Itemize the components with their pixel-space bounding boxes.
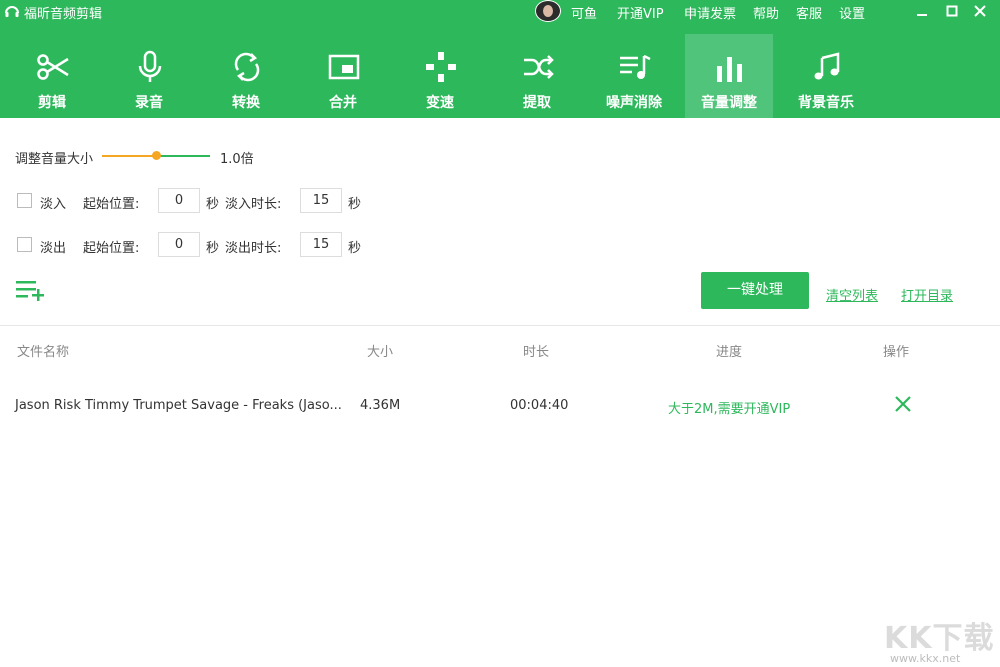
tab-convert[interactable]: 转换	[202, 40, 290, 118]
fade-out-duration-label: 淡出时长:	[225, 241, 282, 256]
fade-out-checkbox[interactable]	[17, 237, 32, 252]
tab-merge[interactable]: 合并	[299, 40, 387, 118]
tab-background-music[interactable]: 背景音乐	[782, 40, 870, 118]
tab-label: 变速	[426, 95, 454, 111]
fade-in-start-label: 起始位置:	[83, 197, 140, 212]
divider	[0, 325, 1000, 326]
app-logo-icon	[5, 6, 19, 17]
title-bar: 福昕音频剪辑 可鱼 开通VIP 申请发票 帮助 客服 设置	[0, 0, 1000, 24]
close-icon[interactable]	[970, 2, 990, 20]
tab-volume[interactable]: 音量调整	[685, 34, 773, 118]
microphone-icon	[138, 50, 162, 82]
volume-slider[interactable]	[102, 151, 210, 160]
app-title: 福昕音频剪辑	[24, 7, 103, 22]
fade-in-checkbox[interactable]	[17, 193, 32, 208]
delete-icon[interactable]	[893, 395, 913, 413]
col-header-size: 大小	[367, 345, 394, 360]
fade-out-duration-input[interactable]: 15	[300, 232, 342, 257]
tab-label: 提取	[523, 95, 551, 111]
maximize-icon[interactable]	[942, 2, 962, 20]
invoice-link[interactable]: 申请发票	[684, 3, 736, 22]
username[interactable]: 可鱼	[571, 3, 597, 22]
tab-label: 背景音乐	[798, 95, 854, 111]
service-link[interactable]: 客服	[796, 3, 822, 22]
tab-speed[interactable]: 变速	[396, 40, 484, 118]
tab-record[interactable]: 录音	[105, 40, 193, 118]
tab-label: 噪声消除	[606, 95, 662, 111]
col-header-filename: 文件名称	[17, 345, 70, 360]
slider-thumb[interactable]	[151, 151, 161, 160]
convert-icon	[234, 52, 260, 82]
tab-label: 合并	[329, 95, 357, 111]
speed-icon	[426, 52, 456, 82]
minimize-icon[interactable]	[912, 2, 932, 20]
fade-in-duration-unit: 秒	[348, 197, 362, 212]
tab-label: 转换	[232, 95, 260, 111]
file-size: 4.36M	[360, 398, 401, 413]
tab-extract[interactable]: 提取	[493, 40, 581, 118]
tab-cut[interactable]: 剪辑	[8, 40, 96, 118]
volume-label: 调整音量大小	[15, 152, 94, 167]
tab-label: 剪辑	[38, 95, 66, 111]
file-progress: 大于2M,需要开通VIP	[668, 402, 791, 417]
watermark-logo: KK下载	[884, 621, 995, 656]
merge-icon	[328, 54, 360, 80]
volume-icon	[717, 57, 742, 82]
fade-in-start-unit: 秒	[206, 197, 220, 212]
noise-reduction-icon	[620, 54, 651, 79]
vip-link[interactable]: 开通VIP	[617, 3, 664, 22]
fade-in-label: 淡入	[40, 197, 67, 212]
volume-value: 1.0倍	[220, 152, 254, 167]
tab-noise-reduction[interactable]: 噪声消除	[590, 40, 678, 118]
watermark-url: www.kkx.net	[890, 652, 961, 665]
music-note-icon	[814, 52, 840, 80]
fade-in-start-input[interactable]: 0	[158, 188, 200, 213]
col-header-duration: 时长	[523, 345, 550, 360]
add-file-icon[interactable]	[16, 278, 48, 302]
open-directory-link[interactable]: 打开目录	[901, 285, 953, 304]
scissors-icon	[37, 54, 69, 80]
slider-fill	[102, 155, 156, 157]
fade-out-start-unit: 秒	[206, 241, 220, 256]
fade-out-duration-unit: 秒	[348, 241, 362, 256]
tab-label: 录音	[135, 95, 163, 111]
process-button[interactable]: 一键处理	[701, 272, 809, 309]
extract-icon	[524, 55, 554, 79]
file-name: Jason Risk Timmy Trumpet Savage - Freaks…	[15, 398, 342, 413]
tab-label: 音量调整	[701, 95, 757, 111]
fade-out-label: 淡出	[40, 241, 67, 256]
fade-in-duration-label: 淡入时长:	[225, 197, 282, 212]
avatar[interactable]	[535, 0, 561, 22]
help-link[interactable]: 帮助	[753, 3, 779, 22]
fade-out-start-input[interactable]: 0	[158, 232, 200, 257]
file-duration: 00:04:40	[510, 398, 569, 413]
col-header-action: 操作	[883, 345, 910, 360]
col-header-progress: 进度	[716, 345, 743, 360]
fade-in-duration-input[interactable]: 15	[300, 188, 342, 213]
settings-link[interactable]: 设置	[839, 3, 865, 22]
clear-list-link[interactable]: 清空列表	[826, 285, 878, 304]
fade-out-start-label: 起始位置:	[83, 241, 140, 256]
app-header: 福昕音频剪辑 可鱼 开通VIP 申请发票 帮助 客服 设置 剪辑 录音 转换 合…	[0, 0, 1000, 118]
